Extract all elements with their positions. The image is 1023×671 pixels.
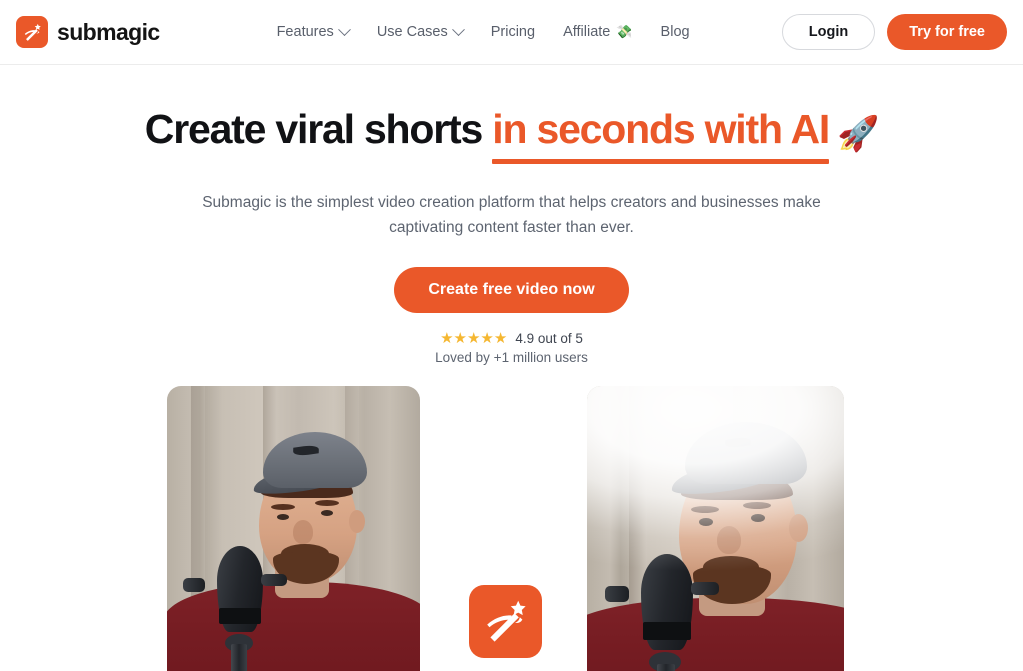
edited-video-card[interactable]: WATCH (587, 385, 844, 671)
main-nav: Features Use Cases Pricing Affiliate 💸 B… (276, 22, 690, 40)
headline-underline (492, 158, 830, 164)
chevron-down-icon (337, 22, 351, 36)
login-button[interactable]: Login (781, 13, 876, 51)
try-for-free-button[interactable]: Try for free (887, 13, 1007, 51)
edited-video-frame: WATCH (587, 385, 844, 671)
microphone-band (643, 621, 691, 640)
brand-logo[interactable]: submagic (16, 16, 160, 48)
rocket-icon: 🚀 (837, 115, 879, 153)
nav-label-pricing: Pricing (490, 24, 536, 40)
microphone-arm (183, 577, 205, 592)
create-free-video-button[interactable]: Create free video now (394, 266, 629, 313)
loved-by-text: Loved by +1 million users (435, 349, 588, 365)
nav-label-use-cases: Use Cases (376, 24, 448, 40)
nav-label-affiliate: Affiliate (563, 24, 611, 40)
microphone-arm (605, 585, 629, 602)
headline-accent-text: in seconds with AI (492, 106, 830, 152)
site-header: submagic Features Use Cases Pricing Affi… (0, 0, 1023, 65)
microphone-band (219, 607, 261, 624)
microphone-arm (691, 581, 719, 595)
page-title: Create viral shorts in seconds with AI 🚀 (0, 106, 1023, 164)
rating-row: ★★★★★ 4.9 out of 5 (0, 331, 1023, 346)
video-comparison: WATCH (0, 385, 1023, 671)
microphone-arm (261, 573, 287, 586)
microphone-stand (657, 663, 675, 671)
chevron-down-icon (451, 22, 465, 36)
magic-wand-icon (469, 584, 542, 658)
headline-plain: Create viral shorts (144, 106, 493, 152)
nav-label-features: Features (276, 24, 334, 40)
nav-item-use-cases[interactable]: Use Cases (376, 22, 465, 40)
nav-item-blog[interactable]: Blog (661, 24, 690, 40)
hero-cta-wrap: Create free video now (0, 266, 1023, 313)
hero-section: Create viral shorts in seconds with AI 🚀 … (0, 65, 1023, 365)
magic-wand-icon (16, 16, 48, 48)
header-actions: Login Try for free (781, 13, 1007, 51)
original-video-frame (167, 385, 420, 671)
headline-accent: in seconds with AI (492, 106, 830, 164)
nav-item-features[interactable]: Features (276, 22, 351, 40)
nav-item-affiliate[interactable]: Affiliate 💸 (563, 24, 632, 40)
money-wings-icon: 💸 (616, 24, 633, 39)
brand-name: submagic (57, 18, 160, 45)
original-video-card[interactable] (167, 385, 420, 671)
rating-value: 4.9 out of 5 (515, 330, 583, 346)
nav-item-pricing[interactable]: Pricing (491, 24, 535, 40)
microphone-stand (231, 643, 247, 671)
hero-subtitle: Submagic is the simplest video creation … (202, 193, 821, 236)
nav-label-blog: Blog (660, 24, 690, 40)
star-rating-icon: ★★★★★ (440, 329, 508, 347)
